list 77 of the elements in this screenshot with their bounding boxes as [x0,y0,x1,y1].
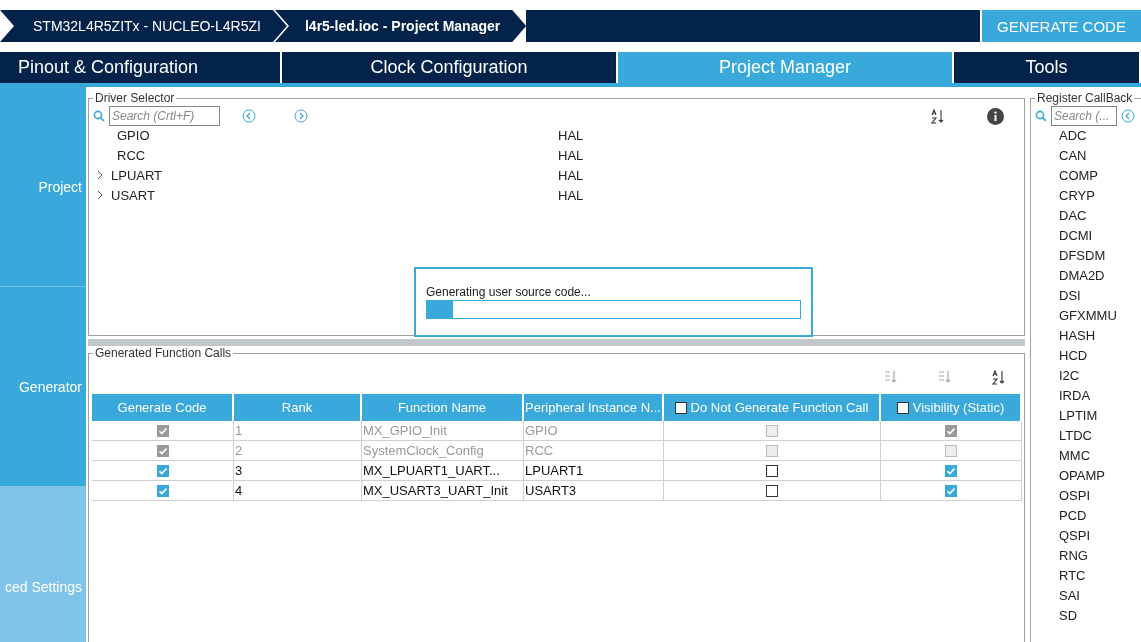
table-cell: SystemClock_Config [362,441,524,461]
driver-row[interactable]: GPIO HAL [89,125,1024,145]
callback-item[interactable]: DCMI [1059,225,1141,245]
search-field[interactable]: Search (... [1051,106,1117,126]
callback-item[interactable]: CAN [1059,145,1141,165]
table-cell: MX_GPIO_Init [362,421,524,441]
table-cell: 3 [234,461,362,481]
search-icon [1035,110,1047,122]
checkbox[interactable] [674,401,687,414]
callback-item[interactable]: LPTIM [1059,405,1141,425]
callback-item[interactable]: PCD [1059,505,1141,525]
search-icon [93,110,105,122]
next-icon[interactable] [294,109,308,123]
panel-title: Generated Function Calls [93,346,234,360]
breadcrumb[interactable]: STM32L4R5ZITx - NUCLEO-L4R5ZI [0,10,287,42]
progress-message: Generating user source code... [426,285,592,299]
checkbox[interactable] [945,464,957,477]
callback-item[interactable]: QSPI [1059,525,1141,545]
callback-item[interactable]: IRDA [1059,385,1141,405]
callback-item[interactable]: LTDC [1059,425,1141,445]
panel-title: Register CallBack [1035,91,1135,105]
callback-item[interactable]: COMP [1059,165,1141,185]
callback-item[interactable]: CRYP [1059,185,1141,205]
callback-item[interactable]: GFXMMU [1059,305,1141,325]
callback-item[interactable]: OPAMP [1059,465,1141,485]
callback-item[interactable]: DSI [1059,285,1141,305]
callback-item[interactable]: RNG [1059,545,1141,565]
table-cell: 4 [234,481,362,501]
sort-az-icon[interactable] [931,108,945,124]
callback-item[interactable]: I2C [1059,365,1141,385]
callback-item[interactable]: HASH [1059,325,1141,345]
driver-name[interactable]: USART [111,187,558,203]
panel-title: Driver Selector [93,91,177,105]
callback-item[interactable]: MMC [1059,445,1141,465]
driver-name[interactable]: LPUART [111,167,558,183]
move-down-icon[interactable] [938,370,952,384]
driver-row[interactable]: LPUART HAL [89,165,1024,185]
callback-item[interactable]: SAI [1059,585,1141,605]
callback-item[interactable]: ADC [1059,125,1141,145]
callback-item[interactable]: DFSDM [1059,245,1141,265]
table-cell: USART3 [524,481,664,501]
callback-item[interactable]: HCD [1059,345,1141,365]
callback-item[interactable]: RTC [1059,565,1141,585]
callback-item[interactable]: SD [1059,605,1141,625]
table-cell: LPUART1 [524,461,664,481]
callback-item[interactable]: OSPI [1059,485,1141,505]
driver-row[interactable]: RCC HAL [89,145,1024,165]
checkbox[interactable] [896,401,909,414]
driver-row[interactable]: USART HAL [89,185,1024,205]
callback-item[interactable]: DAC [1059,205,1141,225]
tab[interactable]: Clock Configuration [282,52,618,83]
sort-az-icon[interactable] [992,370,1006,385]
tab[interactable]: Pinout & Configuration [0,52,282,83]
info-icon[interactable] [987,107,1004,125]
checkbox[interactable] [156,484,169,497]
previous-icon[interactable] [242,109,256,123]
driver-type: HAL [558,127,584,143]
driver-type: HAL [558,187,584,203]
breadcrumb[interactable]: l4r5-led.ioc - Project Manager [274,10,527,42]
table-cell: 2 [234,441,362,461]
callback-item[interactable]: DMA2D [1059,265,1141,285]
driver-name[interactable]: GPIO [111,127,558,143]
driver-type: HAL [558,167,584,183]
table-cell: 1 [234,421,362,441]
table-cell: RCC [524,441,664,461]
table-cell: MX_USART3_UART_Init [362,481,524,501]
driver-type: HAL [558,147,584,163]
checkbox[interactable] [156,464,169,477]
checkbox[interactable] [945,484,957,497]
previous-icon[interactable] [1121,109,1135,123]
search-field[interactable]: Search (Crtl+F) [109,106,220,126]
checkbox[interactable] [766,464,778,477]
table-cell: MX_LPUART1_UART... [362,461,524,481]
checkbox[interactable] [766,484,778,497]
driver-name[interactable]: RCC [111,147,558,163]
tab[interactable]: Tools [954,52,1141,83]
table-cell: GPIO [524,421,664,441]
